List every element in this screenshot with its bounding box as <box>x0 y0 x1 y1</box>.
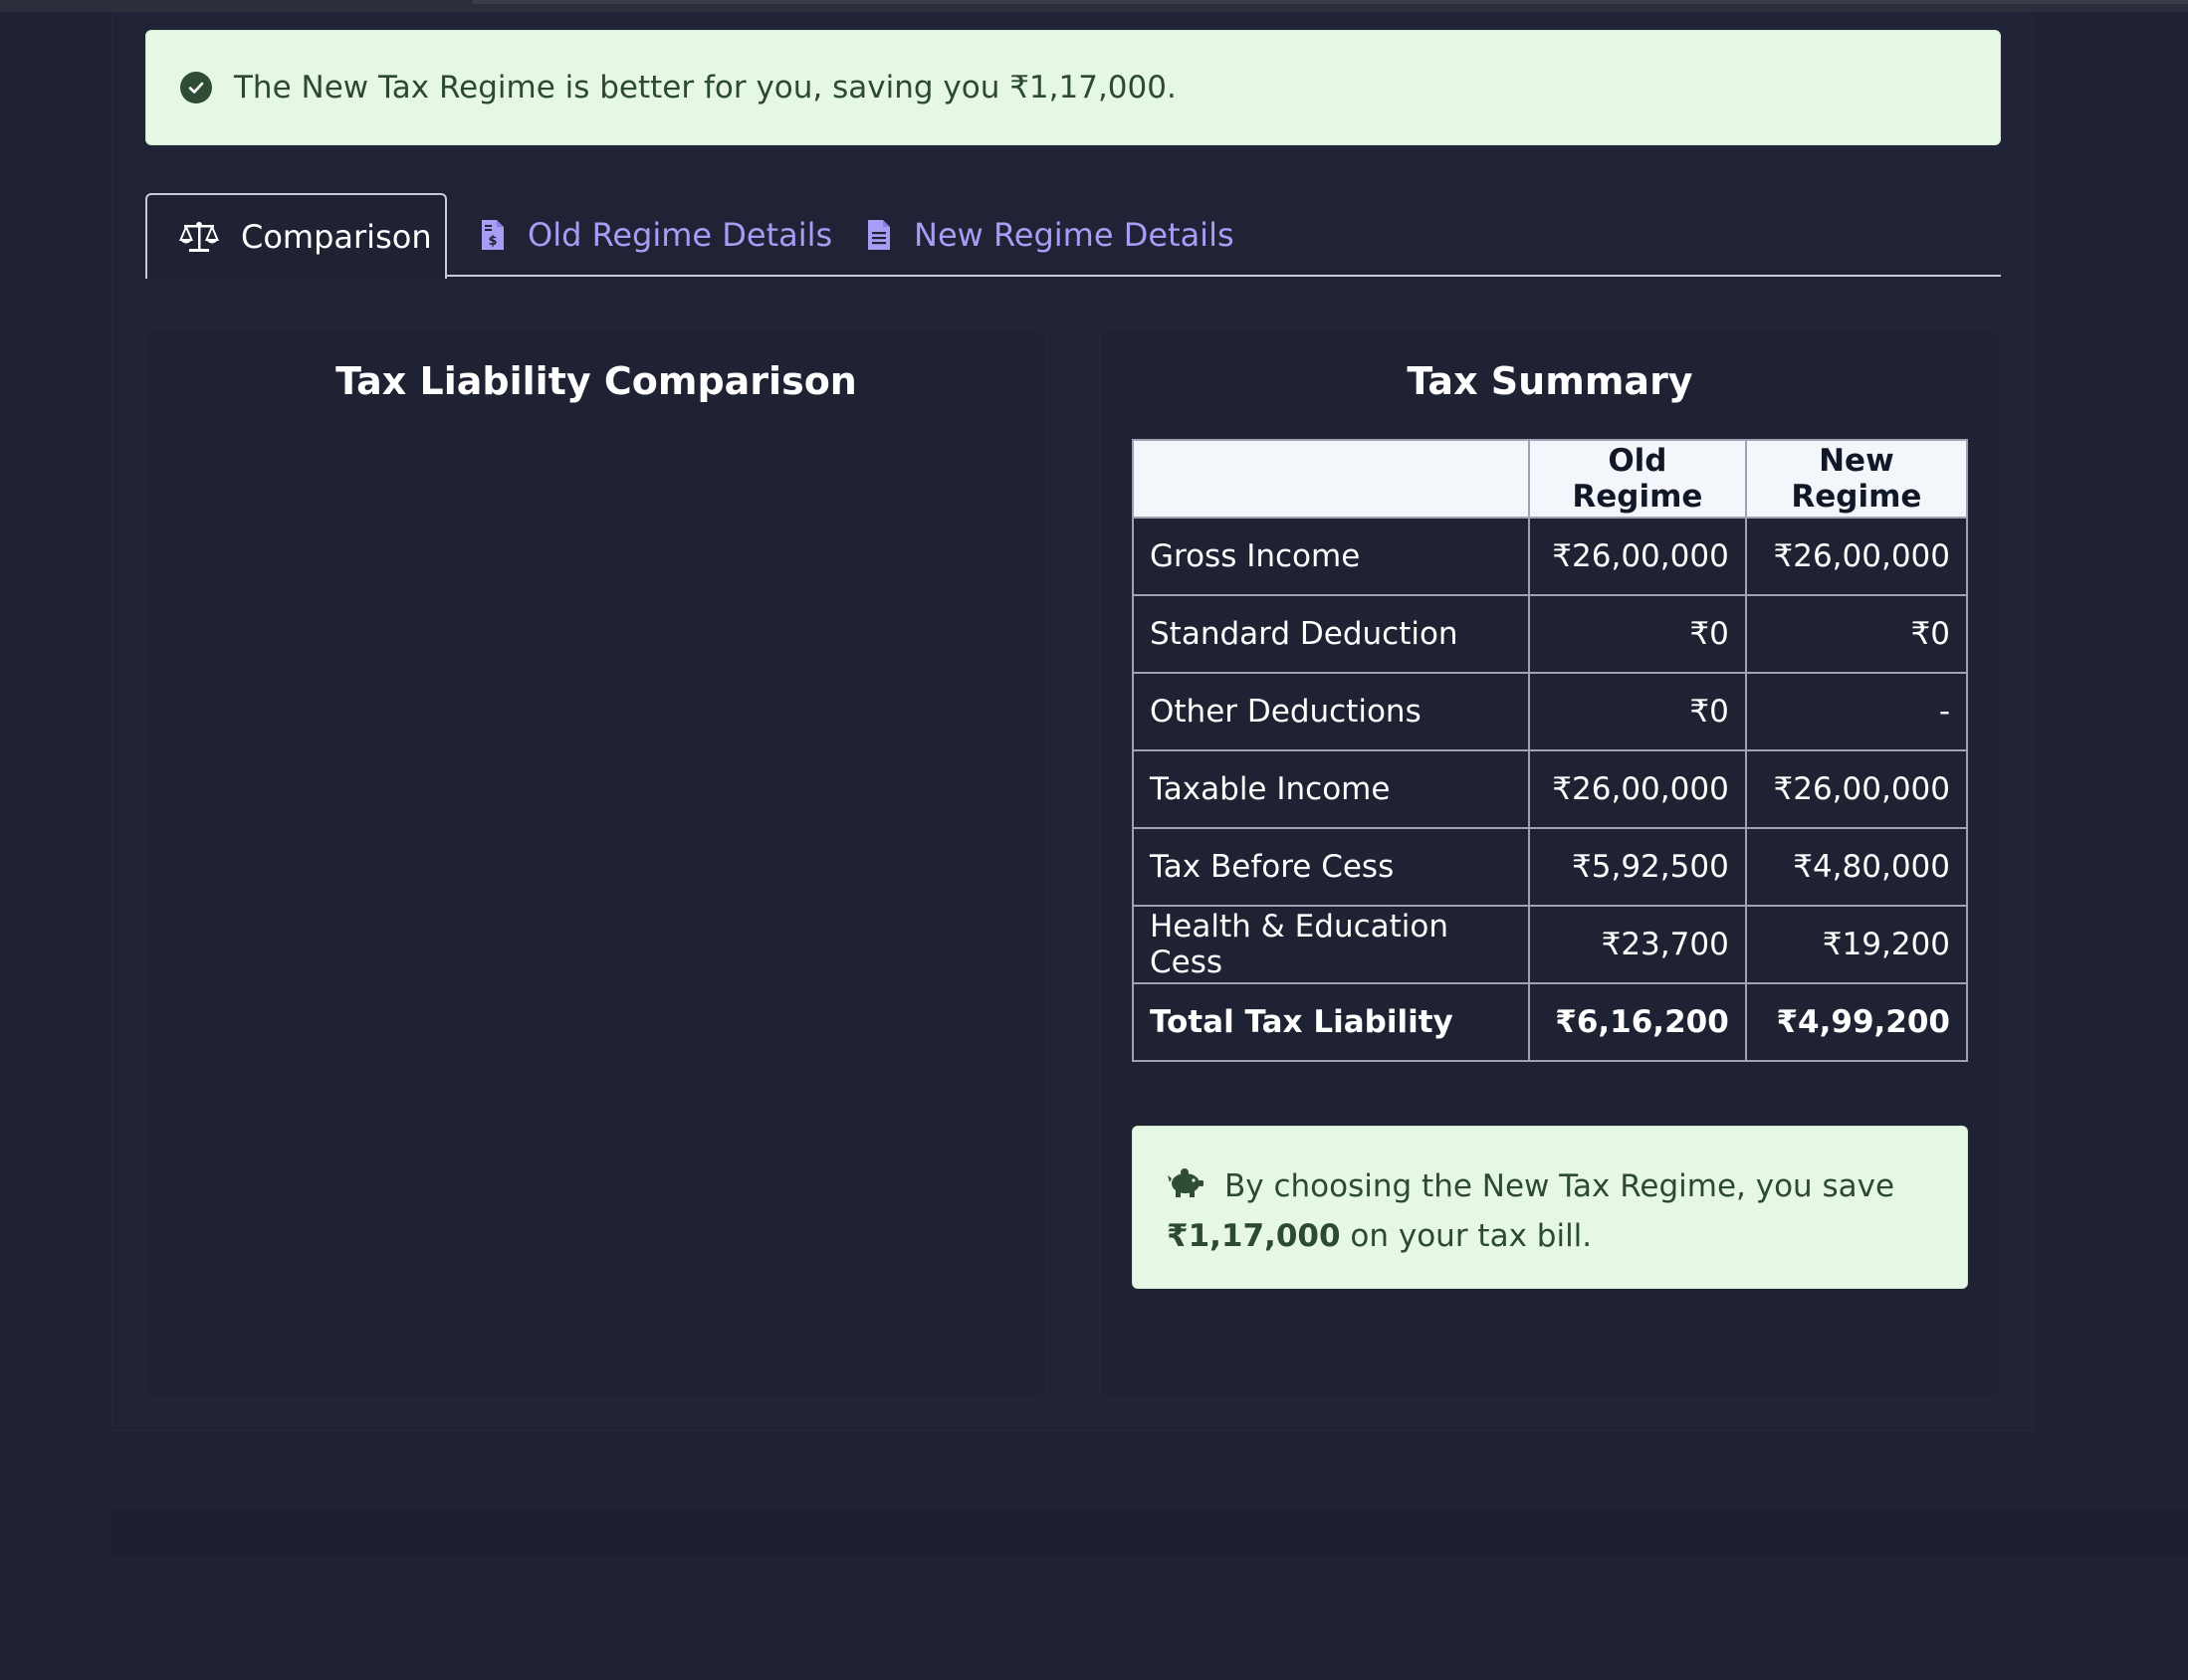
new-regime-total: ₹4,99,200 <box>1744 982 1969 1062</box>
savings-text-suffix: on your tax bill. <box>1350 1217 1593 1254</box>
new-regime-value: ₹26,00,000 <box>1744 517 1969 596</box>
tab-comparison-label: Comparison <box>241 218 432 256</box>
new-regime-value: ₹19,200 <box>1744 905 1969 984</box>
recommendation-banner: The New Tax Regime is better for you, sa… <box>145 30 2001 145</box>
piggy-bank-icon <box>1167 1164 1204 1212</box>
summary-card-title: Tax Summary <box>1407 359 1693 403</box>
row-label: Other Deductions <box>1132 672 1530 751</box>
savings-amount: ₹1,17,000 <box>1167 1217 1341 1254</box>
table-row: Tax Before Cess ₹5,92,500 ₹4,80,000 <box>1132 827 1969 907</box>
savings-text-prefix: By choosing the New Tax Regime, you save <box>1224 1168 1895 1204</box>
total-row: Total Tax Liability ₹6,16,200 ₹4,99,200 <box>1132 982 1969 1062</box>
chart-card-title: Tax Liability Comparison <box>335 359 857 403</box>
row-label: Taxable Income <box>1132 749 1530 829</box>
recommendation-text: The New Tax Regime is better for you, sa… <box>234 70 1177 105</box>
table-row: Standard Deduction ₹0 ₹0 <box>1132 594 1969 674</box>
tab-new-regime-label: New Regime Details <box>914 216 1234 254</box>
new-regime-value: ₹26,00,000 <box>1744 749 1969 829</box>
row-label: Tax Before Cess <box>1132 827 1530 907</box>
table-row: Other Deductions ₹0 - <box>1132 672 1969 751</box>
new-regime-value: ₹0 <box>1744 594 1969 674</box>
tab-bar: Comparison $ Old Regime Details New Regi… <box>145 193 2001 279</box>
tab-comparison[interactable]: Comparison <box>145 193 447 279</box>
new-regime-value: ₹4,80,000 <box>1744 827 1969 907</box>
table-row: Health & Education Cess ₹23,700 ₹19,200 <box>1132 905 1969 984</box>
row-label: Standard Deduction <box>1132 594 1530 674</box>
check-circle-icon <box>180 72 212 104</box>
row-label: Total Tax Liability <box>1132 982 1530 1062</box>
tax-liability-chart-card: Tax Liability Comparison <box>145 328 1047 1399</box>
old-regime-value: ₹26,00,000 <box>1528 517 1747 596</box>
old-regime-value: ₹5,92,500 <box>1528 827 1747 907</box>
old-regime-value: ₹0 <box>1528 594 1747 674</box>
svg-text:$: $ <box>488 234 497 249</box>
column-header-old-regime: Old Regime <box>1528 439 1747 519</box>
top-bar-strip <box>473 0 2188 4</box>
tab-old-regime-label: Old Regime Details <box>528 216 833 254</box>
file-lines-icon <box>866 218 892 252</box>
row-label: Gross Income <box>1132 517 1530 596</box>
browser-top-bar <box>0 0 2188 12</box>
new-regime-value: - <box>1744 672 1969 751</box>
table-row: Taxable Income ₹26,00,000 ₹26,00,000 <box>1132 749 1969 829</box>
old-regime-value: ₹0 <box>1528 672 1747 751</box>
column-header-new-regime: New Regime <box>1744 439 1969 519</box>
old-regime-value: ₹23,700 <box>1528 905 1747 984</box>
old-regime-total: ₹6,16,200 <box>1528 982 1747 1062</box>
footer-band <box>111 1511 2188 1555</box>
column-header <box>1132 439 1530 519</box>
table-header-row: Old Regime New Regime <box>1132 439 1969 519</box>
balance-scale-icon <box>179 220 219 254</box>
tax-summary-card: Tax Summary Old Regime New Regime Gross … <box>1099 328 2001 1399</box>
old-regime-value: ₹26,00,000 <box>1528 749 1747 829</box>
file-invoice-dollar-icon: $ <box>480 218 506 252</box>
table-row: Gross Income ₹26,00,000 ₹26,00,000 <box>1132 517 1969 596</box>
tab-old-regime-details[interactable]: $ Old Regime Details <box>480 193 832 277</box>
row-label: Health & Education Cess <box>1132 905 1530 984</box>
savings-alert: By choosing the New Tax Regime, you save… <box>1132 1126 1968 1289</box>
tab-new-regime-details[interactable]: New Regime Details <box>866 193 1234 277</box>
tax-summary-table: Old Regime New Regime Gross Income ₹26,0… <box>1132 439 1969 1062</box>
